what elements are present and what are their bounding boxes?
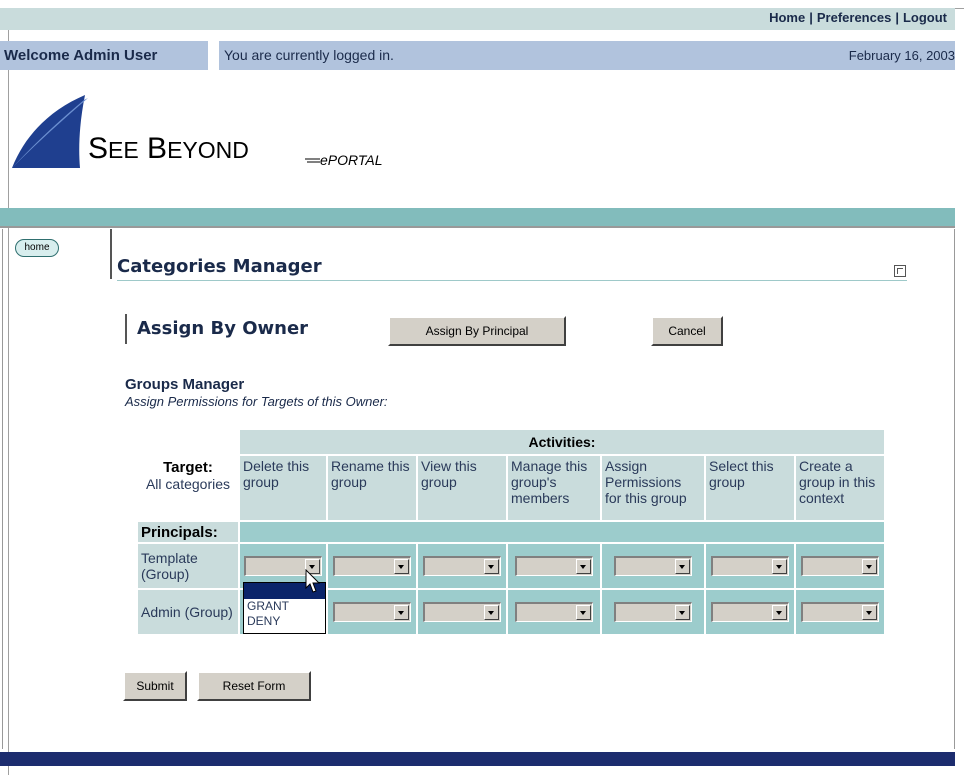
preferences-link[interactable]: Preferences xyxy=(817,10,891,25)
chevron-down-icon[interactable] xyxy=(862,559,877,574)
submit-button[interactable]: Submit xyxy=(123,671,187,701)
permission-select[interactable] xyxy=(423,602,501,622)
login-status: You are currently logged in. xyxy=(224,47,394,63)
permission-select[interactable] xyxy=(711,556,789,576)
top-nav-bar: Home | Preferences | Logout xyxy=(0,8,955,30)
reset-form-button[interactable]: Reset Form xyxy=(197,671,311,701)
chevron-down-icon[interactable] xyxy=(576,605,591,620)
permission-select[interactable] xyxy=(711,602,789,622)
welcome-text: Welcome Admin User xyxy=(0,41,208,70)
svg-text:SEE BEYOND: SEE BEYOND xyxy=(88,132,249,165)
dropdown-option-grant[interactable]: GRANT xyxy=(244,599,325,614)
chevron-down-icon[interactable] xyxy=(394,605,409,620)
row-label: Admin (Group) xyxy=(138,590,238,634)
activities-header: Activities: xyxy=(240,430,884,454)
column-header: Manage this group's members xyxy=(508,456,600,520)
logout-link[interactable]: Logout xyxy=(903,10,947,25)
target-cell: Target: All categories xyxy=(138,430,238,520)
teal-divider-bar xyxy=(0,208,955,228)
date-label: February 16, 2003 xyxy=(848,48,955,63)
chevron-down-icon[interactable] xyxy=(862,605,877,620)
permission-select[interactable] xyxy=(423,556,501,576)
chevron-down-icon[interactable] xyxy=(772,605,787,620)
permission-select[interactable] xyxy=(515,602,593,622)
assign-by-principal-button[interactable]: Assign By Principal xyxy=(388,316,566,346)
chevron-down-icon[interactable] xyxy=(484,605,499,620)
window-icon[interactable] xyxy=(894,265,906,277)
cancel-button[interactable]: Cancel xyxy=(651,316,723,346)
chevron-down-icon[interactable] xyxy=(394,559,409,574)
chevron-down-icon[interactable] xyxy=(675,605,690,620)
column-header: Assign Permissions for this group xyxy=(602,456,704,520)
groups-manager-subtitle: Assign Permissions for Targets of this O… xyxy=(125,394,388,409)
permission-select[interactable] xyxy=(614,602,692,622)
page-title: Categories Manager xyxy=(117,256,322,277)
status-bar: You are currently logged in. February 16… xyxy=(219,41,955,70)
seebeyond-logo-icon: SEE BEYOND ePORTAL xyxy=(12,95,383,168)
bottom-bar xyxy=(0,752,955,766)
principals-header: Principals: xyxy=(138,522,238,542)
column-header: Create a group in this context xyxy=(796,456,884,520)
dropdown-option-deny[interactable]: DENY xyxy=(244,614,325,629)
permission-select[interactable] xyxy=(333,556,411,576)
home-button[interactable]: home xyxy=(15,239,59,257)
svg-text:ePORTAL: ePORTAL xyxy=(320,152,383,168)
chevron-down-icon[interactable] xyxy=(576,559,591,574)
target-label: Target: xyxy=(163,458,213,476)
permission-select[interactable] xyxy=(801,602,879,622)
permission-select[interactable] xyxy=(333,602,411,622)
row-label: Template (Group) xyxy=(138,544,238,588)
chevron-down-icon[interactable] xyxy=(484,559,499,574)
title-underline xyxy=(117,280,907,281)
column-header: Rename this group xyxy=(328,456,416,520)
mouse-cursor-icon xyxy=(305,569,321,593)
logo: SEE BEYOND ePORTAL xyxy=(0,80,955,208)
top-links: Home | Preferences | Logout xyxy=(769,10,947,25)
home-link[interactable]: Home xyxy=(769,10,805,25)
section-title: Assign By Owner xyxy=(125,314,308,344)
permission-select[interactable] xyxy=(515,556,593,576)
permission-select[interactable] xyxy=(801,556,879,576)
chevron-down-icon[interactable] xyxy=(772,559,787,574)
chevron-down-icon[interactable] xyxy=(675,559,690,574)
column-header: View this group xyxy=(418,456,506,520)
permission-select[interactable] xyxy=(614,556,692,576)
column-header: Delete this group xyxy=(240,456,326,520)
column-header: Select this group xyxy=(706,456,794,520)
target-value: All categories xyxy=(145,475,231,492)
groups-manager-title: Groups Manager xyxy=(125,376,245,393)
